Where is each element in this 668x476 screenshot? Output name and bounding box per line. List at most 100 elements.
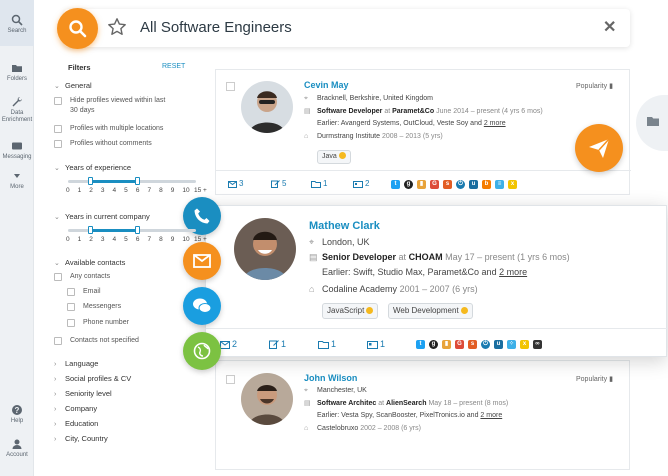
star-icon[interactable]	[107, 17, 127, 37]
slider-tick-label: 10	[182, 236, 190, 243]
filter-section-years-experience[interactable]: ⌄ Years of experience	[54, 163, 131, 172]
search-icon	[69, 20, 87, 38]
nav-item-messaging[interactable]: Messaging	[0, 140, 34, 160]
search-query[interactable]: All Software Engineers	[140, 19, 292, 36]
nav-item-more[interactable]: More	[0, 170, 34, 190]
filter-section-available-contacts[interactable]: ⌄ Available contacts	[54, 258, 125, 267]
result-card[interactable]: John Wilson Popularity ▮ ⌖ Manchester, UK…	[215, 360, 630, 470]
help-icon: ?	[12, 405, 22, 415]
filter-section-language[interactable]: › Language	[54, 359, 98, 368]
checkbox[interactable]	[67, 319, 75, 327]
note-count[interactable]: 5	[271, 179, 286, 188]
checkbox[interactable]	[54, 273, 62, 281]
nav-item-data-enrichment[interactable]: Data Enrichment	[0, 96, 34, 124]
xing-icon[interactable]: x	[508, 180, 517, 189]
slider-max-handle[interactable]	[134, 177, 140, 185]
slider-tick-label: 8	[159, 187, 163, 194]
xing-icon[interactable]: x	[520, 340, 529, 349]
checkbox[interactable]	[67, 288, 75, 296]
card-count[interactable]: 1	[367, 339, 385, 349]
checkbox[interactable]	[54, 140, 62, 148]
bucket-icon[interactable]: u	[494, 340, 503, 349]
location-icon: ⌖	[309, 237, 315, 247]
skill-tag[interactable]: Web Development	[388, 303, 473, 319]
nav-item-search[interactable]: Search	[0, 0, 34, 46]
chevron-right-icon: ›	[54, 436, 57, 443]
featured-result-card[interactable]: Mathew Clark ⌖ London, UK ▤ Senior Develop…	[205, 205, 668, 357]
bucket-icon[interactable]: u	[469, 180, 478, 189]
skill-tag[interactable]: Java	[317, 150, 351, 164]
checkbox[interactable]	[54, 337, 62, 345]
checkbox[interactable]	[54, 125, 62, 133]
nav-item-label: Messaging	[2, 154, 32, 160]
filter-section-social[interactable]: › Social profiles & CV	[54, 374, 131, 383]
checkbox[interactable]	[67, 303, 75, 311]
github-icon[interactable]: g	[404, 180, 413, 189]
folders-drawer-tab[interactable]	[636, 95, 668, 151]
card-count[interactable]: 2	[353, 179, 369, 188]
select-checkbox[interactable]	[226, 82, 235, 91]
nav-item-help[interactable]: ? Help	[0, 404, 34, 424]
clear-search-icon[interactable]: ✕	[603, 20, 616, 36]
stackoverflow-icon[interactable]: s	[443, 180, 452, 189]
building-icon: ▤	[304, 400, 311, 407]
email-button[interactable]	[183, 242, 221, 280]
dots-icon[interactable]: ⁘	[507, 340, 516, 349]
checkbox[interactable]	[54, 97, 62, 105]
power-icon[interactable]: ⏻	[456, 180, 465, 189]
result-card[interactable]: Cevin May Popularity ▮ ⌖ Bracknell, Berks…	[215, 69, 631, 195]
power-icon[interactable]: ⏻	[481, 340, 490, 349]
candidate-name[interactable]: Cevin May	[304, 80, 349, 90]
slider-max-handle[interactable]	[134, 226, 140, 234]
select-checkbox[interactable]	[226, 375, 235, 384]
slider-tick-label: 4	[112, 236, 117, 243]
blogger-icon[interactable]: b	[482, 180, 491, 189]
message-button[interactable]	[183, 287, 221, 325]
github-icon[interactable]: g	[429, 340, 438, 349]
skill-badge-icon	[460, 307, 468, 314]
link-icon[interactable]: ∞	[533, 340, 542, 349]
stackoverflow-icon[interactable]: s	[468, 340, 477, 349]
website-button[interactable]	[183, 332, 221, 370]
skill-tag[interactable]: JavaScript	[322, 303, 379, 319]
twitter-icon[interactable]: t	[416, 340, 425, 349]
reset-filters-button[interactable]: RESET	[162, 63, 185, 70]
nav-item-folders[interactable]: Folders	[0, 62, 34, 82]
location-line: ⌖ Bracknell, Berkshire, United Kingdom	[304, 95, 433, 102]
filter-section-education[interactable]: › Education	[54, 419, 98, 428]
email-count[interactable]: 3	[228, 179, 243, 188]
candidate-name[interactable]: John Wilson	[304, 373, 357, 383]
google-plus-icon[interactable]: G	[430, 180, 439, 189]
filter-section-years-company[interactable]: ⌄ Years in current company	[54, 212, 150, 221]
folder-count[interactable]: 1	[318, 339, 336, 349]
edit-icon	[269, 340, 279, 349]
more-companies-link[interactable]: 2 more	[484, 120, 506, 127]
avatar[interactable]	[241, 81, 293, 133]
twitter-icon[interactable]: t	[391, 180, 400, 189]
send-button[interactable]	[575, 124, 623, 172]
filter-section-city[interactable]: › City, Country	[54, 434, 108, 443]
stats-icon[interactable]: ▮	[417, 180, 426, 189]
google-plus-icon[interactable]: G	[455, 340, 464, 349]
slider-tick-label: 3	[100, 187, 105, 194]
avatar[interactable]	[234, 218, 296, 280]
more-companies-link[interactable]: 2 more	[480, 412, 502, 419]
candidate-name[interactable]: Mathew Clark	[309, 220, 380, 232]
skill-badge-icon	[366, 307, 374, 314]
folder-count[interactable]: 1	[311, 179, 327, 188]
nav-item-account[interactable]: Account	[0, 438, 34, 458]
note-count[interactable]: 1	[269, 339, 286, 349]
filter-section-company[interactable]: › Company	[54, 404, 97, 413]
more-companies-link[interactable]: 2 more	[499, 267, 527, 277]
avatar[interactable]	[241, 373, 293, 425]
slider-min-handle[interactable]	[88, 177, 94, 185]
email-count[interactable]: 2	[220, 339, 237, 349]
graduation-cap-icon: ⌂	[309, 284, 315, 294]
search-button[interactable]	[57, 8, 98, 49]
slider-min-handle[interactable]	[88, 226, 94, 234]
filter-section-seniority[interactable]: › Seniority level	[54, 389, 112, 398]
filter-section-general[interactable]: ⌄ General	[54, 81, 92, 90]
lines-icon[interactable]: ≡	[495, 180, 504, 189]
nav-item-label: Help	[10, 418, 24, 424]
stats-icon[interactable]: ▮	[442, 340, 451, 349]
